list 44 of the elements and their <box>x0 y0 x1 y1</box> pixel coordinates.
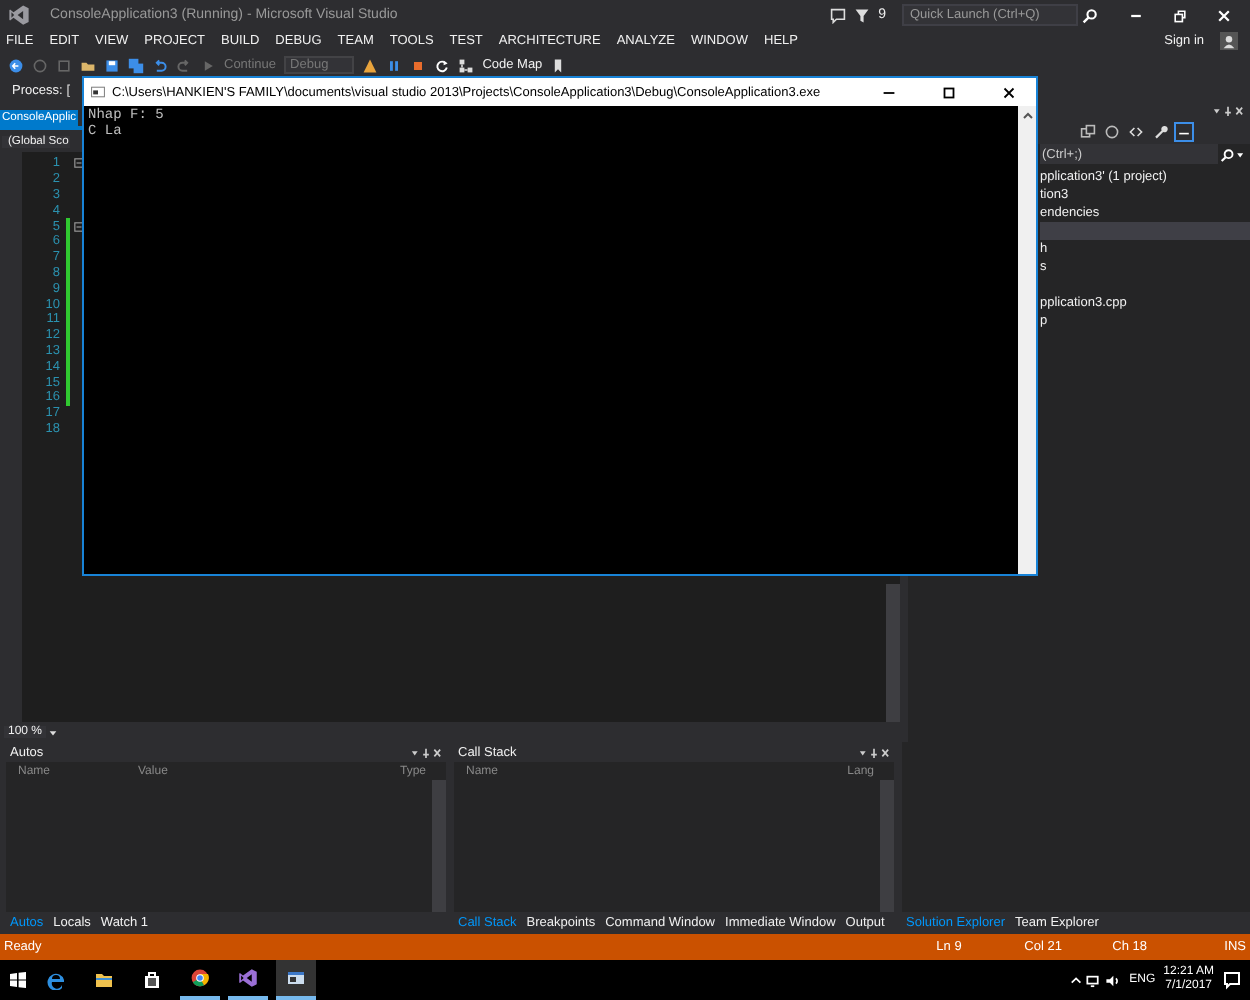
save-icon[interactable] <box>104 57 120 73</box>
user-icon[interactable] <box>1220 32 1238 50</box>
console-app-icon <box>90 84 106 100</box>
panel-controls-icon[interactable] <box>410 747 442 757</box>
pause-icon[interactable] <box>386 57 403 73</box>
folder-icon <box>94 970 114 990</box>
tray-icons[interactable] <box>1069 971 1122 989</box>
panel-controls-icon[interactable] <box>1212 106 1244 116</box>
vertical-scrollbar[interactable] <box>886 584 900 722</box>
vertical-scrollbar[interactable] <box>1018 106 1036 574</box>
collapse-icon[interactable] <box>74 158 84 169</box>
e-letter-icon <box>46 970 66 990</box>
taskbar-button[interactable] <box>276 960 316 1000</box>
window-icon <box>286 968 306 988</box>
start-icon[interactable] <box>8 970 28 990</box>
restart-icon[interactable] <box>434 57 451 73</box>
save-all-icon[interactable] <box>128 57 144 73</box>
redo-icon[interactable] <box>176 57 192 73</box>
shopping-bag-icon <box>142 970 162 990</box>
properties-icon[interactable] <box>1104 124 1120 140</box>
visual-studio-logo-icon <box>8 4 30 26</box>
search-icon[interactable] <box>1220 147 1244 161</box>
feedback-icon[interactable] <box>830 7 847 23</box>
collapse-icon[interactable] <box>74 221 84 232</box>
diagram-icon[interactable] <box>458 57 475 73</box>
panel-controls-icon[interactable] <box>858 747 890 757</box>
code-icon[interactable] <box>1128 124 1144 140</box>
vertical-scrollbar[interactable] <box>432 780 446 912</box>
close-icon[interactable] <box>1000 83 1018 101</box>
scroll-up-icon[interactable] <box>1021 110 1033 122</box>
infinity-logo-icon <box>238 968 258 988</box>
caret-icon[interactable] <box>48 727 59 737</box>
wrench-icon[interactable] <box>1152 124 1168 140</box>
maximize-icon[interactable] <box>940 83 958 101</box>
undo-icon[interactable] <box>152 57 168 73</box>
notifications-icon[interactable] <box>1222 970 1242 990</box>
collapse-all-icon[interactable] <box>1080 124 1096 140</box>
vertical-scrollbar[interactable] <box>880 780 894 912</box>
back-icon[interactable] <box>8 57 24 73</box>
filter-icon[interactable] <box>854 7 871 23</box>
stop-icon[interactable] <box>410 57 427 73</box>
search-icon[interactable] <box>1082 7 1098 23</box>
round-browser-icon <box>190 968 210 988</box>
restore-icon[interactable] <box>1172 7 1188 23</box>
